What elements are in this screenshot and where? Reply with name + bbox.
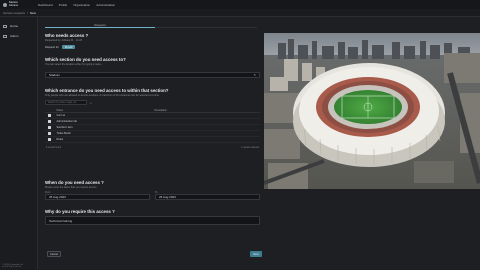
why-section: Why do you require this access ? Technic… <box>45 209 260 225</box>
when-title: When do you need access ? <box>45 180 104 185</box>
row-name: Southern tiers <box>56 126 73 129</box>
brand[interactable]: Secure Access <box>0 1 38 8</box>
nav-links: Dashboard Profile Organisation Administr… <box>38 3 115 7</box>
requestor-chip[interactable]: Myself <box>61 45 76 50</box>
home-icon <box>3 24 7 28</box>
section-select[interactable]: Stadium ↻ <box>45 72 260 78</box>
section-title: Which section do you need access to? <box>45 57 126 62</box>
who-section: Who needs access ? Requested by: Adriana… <box>45 33 260 50</box>
row-checkbox[interactable] <box>48 120 51 123</box>
table-row[interactable]: Roles <box>45 137 260 143</box>
breadcrumb: Access requests / New <box>0 9 480 17</box>
from-date-group: From 25 Aug 2023 <box>45 192 150 200</box>
row-name: Administration lab <box>56 120 78 123</box>
tab-strip: Request <box>45 21 257 28</box>
section-section: Which section do you need access to? You… <box>45 57 260 78</box>
logo-icon <box>3 2 7 7</box>
tab-divider <box>155 27 257 28</box>
sidebar-item-label: Admin <box>10 34 19 38</box>
results-count: 5 results found <box>46 147 62 149</box>
table-footer: 5 results found 1 results selected <box>45 147 260 149</box>
row-checkbox[interactable] <box>48 138 51 141</box>
entrance-section: Which entrance do you need access to wit… <box>45 88 260 149</box>
next-button[interactable]: Next <box>250 251 262 257</box>
request-for-label: Request for <box>45 45 59 49</box>
row-checkbox[interactable] <box>48 114 51 117</box>
entrance-subtitle: Only people who are allowed to access se… <box>45 94 160 97</box>
sidebar-footer: © 2024 Company Ltd v1.0.0 Terms of use <box>2 264 23 269</box>
entrance-title: Which entrance do you need access to wit… <box>45 88 169 93</box>
brand-line-2: Access <box>9 3 19 7</box>
stadium-photo <box>264 33 480 189</box>
reason-input[interactable]: Technical training <box>45 216 260 225</box>
row-name: Ticket Booth <box>56 132 71 135</box>
to-date-input[interactable]: 26 Aug 2023 <box>155 194 260 200</box>
section-subtitle: You can select the location either by ty… <box>45 63 102 66</box>
nav-administration[interactable]: Administration <box>96 3 115 7</box>
nav-profile[interactable]: Profile <box>59 3 68 7</box>
row-checkbox[interactable] <box>48 132 51 135</box>
version-terms: v1.0.0 Terms of use <box>2 266 22 269</box>
sidebar: Home Admin © 2024 Company Ltd v1.0.0 Ter… <box>0 17 38 270</box>
why-title: Why do you require this access ? <box>45 209 115 214</box>
breadcrumb-current: New <box>29 10 36 15</box>
nav-organisation[interactable]: Organisation <box>73 3 90 7</box>
breadcrumb-separator: / <box>27 10 28 15</box>
stadium-image <box>264 33 480 189</box>
from-date-value: 25 Aug 2023 <box>49 194 66 199</box>
sidebar-item-admin[interactable]: Admin <box>0 31 37 41</box>
breadcrumb-parent[interactable]: Access requests <box>3 11 25 15</box>
section-value: Stadium <box>49 73 61 77</box>
search-icon[interactable]: ⌕ <box>90 101 92 105</box>
who-subtitle: Requested by: Adriana M. · 11:23 <box>45 39 83 42</box>
top-nav: Secure Access Dashboard Profile Organisa… <box>0 0 480 9</box>
nav-dashboard[interactable]: Dashboard <box>38 3 53 7</box>
row-checkbox[interactable] <box>48 126 51 129</box>
sidebar-item-home[interactable]: Home <box>0 21 37 31</box>
to-date-group: To 26 Aug 2023 <box>155 192 260 200</box>
selected-count: 1 results selected <box>241 147 259 149</box>
row-name: Car Lot <box>56 114 66 117</box>
to-date-value: 26 Aug 2023 <box>159 194 176 199</box>
sidebar-item-label: Home <box>10 24 19 28</box>
when-section: When do you need access ? Please enter t… <box>45 180 260 200</box>
active-tab-indicator <box>45 27 155 28</box>
row-name: Roles <box>56 138 64 141</box>
column-name[interactable]: Name <box>57 109 155 112</box>
from-date-input[interactable]: 25 Aug 2023 <box>45 194 150 200</box>
admin-icon <box>3 34 7 38</box>
entrance-search-input[interactable] <box>45 100 87 105</box>
entrance-table: Name Description Car Lot Administration … <box>45 108 260 149</box>
when-subtitle: Please enter the dates that you require … <box>45 186 97 189</box>
who-title: Who needs access ? <box>45 33 89 38</box>
cancel-button[interactable]: Cancel <box>47 251 61 257</box>
column-description[interactable]: Description <box>155 109 261 112</box>
refresh-icon[interactable]: ↻ <box>253 73 256 77</box>
reason-value: Technical training <box>49 218 73 223</box>
